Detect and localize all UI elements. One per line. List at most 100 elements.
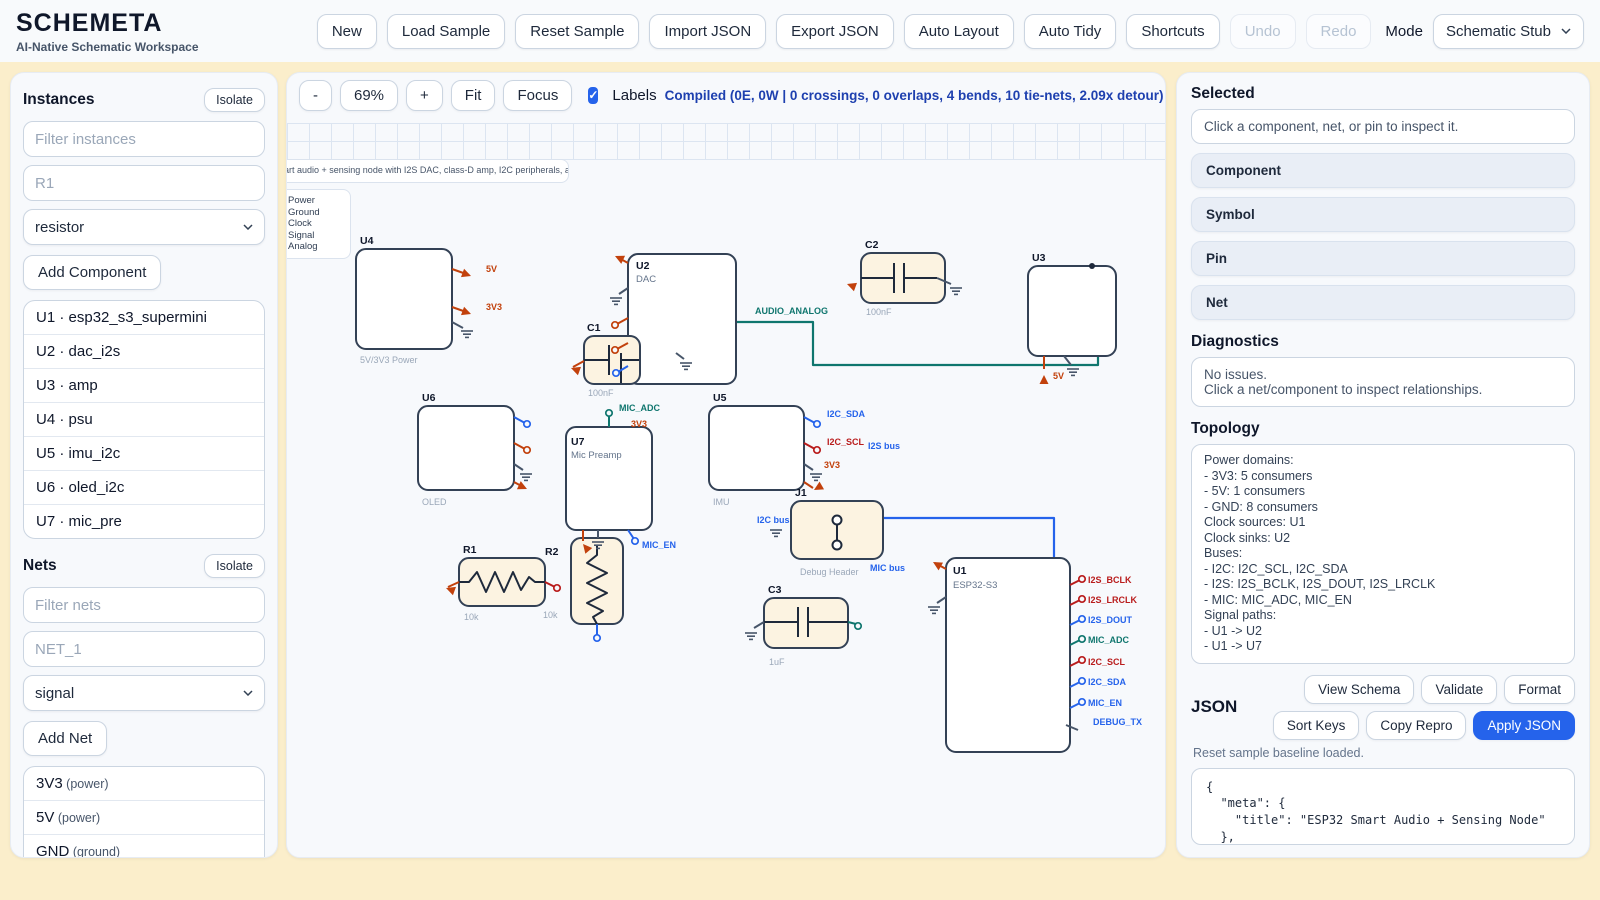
pin-stub[interactable]: [448, 582, 459, 587]
pin-circle[interactable]: [524, 447, 530, 453]
net-item[interactable]: GND (ground): [24, 834, 264, 858]
json-editor[interactable]: { "meta": { "title": "ESP32 Smart Audio …: [1191, 768, 1575, 846]
net-label-audio-analog[interactable]: AUDIO_ANALOG: [755, 306, 828, 316]
net-label-debug-tx[interactable]: DEBUG_TX: [1093, 717, 1142, 727]
header-button-export-json[interactable]: Export JSON: [776, 14, 894, 49]
instance-item[interactable]: U7 · mic_pre: [24, 504, 264, 538]
pin-stub[interactable]: [514, 443, 525, 449]
header-button-auto-layout[interactable]: Auto Layout: [904, 14, 1014, 49]
selected-section-symbol[interactable]: Symbol: [1191, 197, 1575, 232]
pin-circle[interactable]: [612, 347, 618, 353]
pin-circle[interactable]: [524, 421, 530, 427]
pin-stub[interactable]: [573, 361, 584, 367]
pin-circle[interactable]: [855, 623, 861, 629]
json-button-copy-repro[interactable]: Copy Repro: [1366, 711, 1466, 740]
json-button-format[interactable]: Format: [1504, 675, 1575, 704]
pin-circle[interactable]: [1079, 596, 1085, 602]
pin-stub[interactable]: [937, 597, 946, 603]
zoom-level-button[interactable]: 69%: [340, 80, 398, 111]
header-button-import-json[interactable]: Import JSON: [649, 14, 766, 49]
instance-ref-input[interactable]: [23, 165, 265, 201]
zoom-out-button[interactable]: -: [299, 80, 332, 111]
pin-stub[interactable]: [514, 417, 525, 423]
component-type-select[interactable]: resistor: [23, 209, 265, 245]
pin-stub[interactable]: [617, 318, 628, 324]
json-button-validate[interactable]: Validate: [1421, 675, 1497, 704]
pin-circle[interactable]: [554, 585, 560, 591]
component-u4[interactable]: [356, 249, 452, 349]
net-label-mic-en[interactable]: MIC_EN: [642, 540, 676, 550]
pin-circle[interactable]: [814, 447, 820, 453]
selected-section-net[interactable]: Net: [1191, 285, 1575, 320]
component-u3[interactable]: [1028, 266, 1116, 356]
header-button-auto-tidy[interactable]: Auto Tidy: [1024, 14, 1117, 49]
instance-item[interactable]: U5 · imu_i2c: [24, 436, 264, 470]
net-item[interactable]: 3V3 (power): [24, 767, 264, 800]
net-label-mic-adc[interactable]: MIC_ADC: [619, 403, 661, 413]
pin-circle[interactable]: [1079, 699, 1085, 705]
net-label-mic-adc[interactable]: MIC_ADC: [1088, 635, 1130, 645]
pin-circle[interactable]: [1079, 576, 1085, 582]
nets-filter-input[interactable]: [23, 587, 265, 623]
pin-circle[interactable]: [1079, 636, 1085, 642]
pin-circle[interactable]: [814, 421, 820, 427]
header-button-load-sample[interactable]: Load Sample: [387, 14, 505, 49]
add-component-button[interactable]: Add Component: [23, 255, 161, 290]
focus-button[interactable]: Focus: [503, 80, 572, 111]
net-label-i2s-lrclk[interactable]: I2S_LRCLK: [1088, 595, 1138, 605]
net-label-i2c-scl[interactable]: I2C_SCL: [1088, 657, 1126, 667]
net-label-i2c-sda[interactable]: I2C_SDA: [1088, 677, 1127, 687]
selected-section-pin[interactable]: Pin: [1191, 241, 1575, 276]
net-label-i2s-bus[interactable]: I2S bus: [868, 441, 900, 451]
net-label-i2c-bus[interactable]: I2C bus: [757, 515, 790, 525]
pin-circle[interactable]: [606, 410, 612, 416]
pin-stub[interactable]: [452, 322, 463, 328]
mode-select[interactable]: Schematic Stub: [1433, 14, 1584, 49]
net-label-3v3[interactable]: 3V3: [631, 419, 647, 429]
pin-stub[interactable]: [804, 417, 815, 423]
net-label-5v[interactable]: 5V: [486, 264, 497, 274]
net-label-i2s-bclk[interactable]: I2S_BCLK: [1088, 575, 1132, 585]
net-label-mic-en[interactable]: MIC_EN: [1088, 698, 1122, 708]
net-name-input[interactable]: [23, 631, 265, 667]
header-button-new[interactable]: New: [317, 14, 377, 49]
pin-stub[interactable]: [1064, 356, 1071, 365]
add-net-button[interactable]: Add Net: [23, 721, 107, 756]
net-label-i2c-sda[interactable]: I2C_SDA: [827, 409, 866, 419]
pin-circle[interactable]: [1079, 616, 1085, 622]
pin-circle[interactable]: [613, 370, 619, 376]
net-label-i2s-dout[interactable]: I2S_DOUT: [1088, 615, 1133, 625]
pin-stub[interactable]: [514, 464, 523, 470]
pin-circle[interactable]: [1079, 678, 1085, 684]
component-r1[interactable]: [459, 558, 545, 606]
selected-section-component[interactable]: Component: [1191, 153, 1575, 188]
schematic-viewport[interactable]: art audio + sensing node with I2S DAC, c…: [287, 117, 1165, 857]
net-type-select[interactable]: signal: [23, 675, 265, 711]
component-u5[interactable]: [709, 406, 804, 490]
instances-isolate-button[interactable]: Isolate: [204, 88, 265, 112]
apply-json-button[interactable]: Apply JSON: [1473, 711, 1575, 740]
redo-button[interactable]: Redo: [1306, 14, 1372, 49]
pin-circle[interactable]: [632, 538, 638, 544]
labels-checkbox[interactable]: ✓: [588, 87, 598, 104]
net-label-3v3[interactable]: 3V3: [824, 460, 840, 470]
pin-circle[interactable]: [594, 635, 600, 641]
instances-filter-input[interactable]: [23, 121, 265, 157]
pin-stub[interactable]: [754, 622, 764, 628]
header-button-shortcuts[interactable]: Shortcuts: [1126, 14, 1219, 49]
pin-stub[interactable]: [804, 464, 813, 470]
undo-button[interactable]: Undo: [1230, 14, 1296, 49]
json-button-sort-keys[interactable]: Sort Keys: [1273, 711, 1360, 740]
nets-isolate-button[interactable]: Isolate: [204, 554, 265, 578]
fit-button[interactable]: Fit: [451, 80, 496, 111]
zoom-in-button[interactable]: +: [406, 80, 443, 111]
pin-circle[interactable]: [1079, 657, 1085, 663]
pin-stub[interactable]: [619, 288, 628, 294]
net-label-5v[interactable]: 5V: [1053, 371, 1064, 381]
json-button-view-schema[interactable]: View Schema: [1304, 675, 1414, 704]
component-u6[interactable]: [418, 406, 514, 490]
net-label-mic-bus[interactable]: MIC bus: [870, 563, 905, 573]
instance-item[interactable]: U2 · dac_i2s: [24, 334, 264, 368]
instance-item[interactable]: U6 · oled_i2c: [24, 470, 264, 504]
net-label-3v3[interactable]: 3V3: [486, 302, 502, 312]
